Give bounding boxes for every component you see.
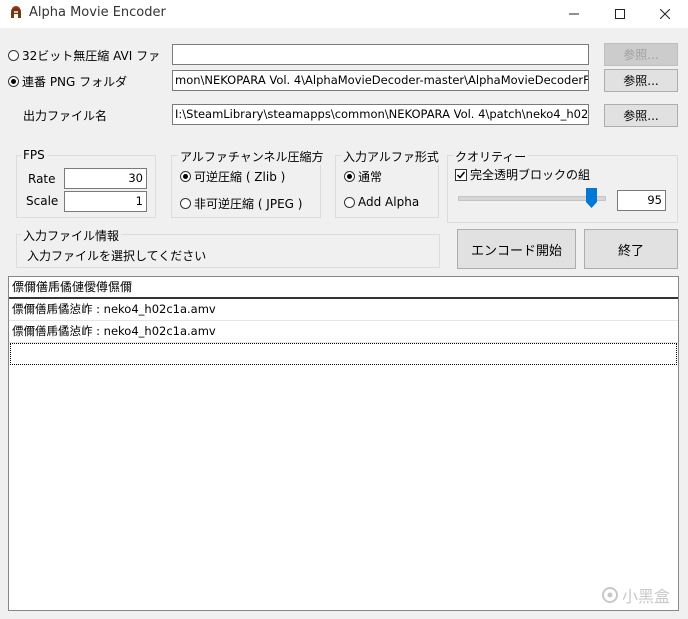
list-item[interactable]: 僄儞僐乕僪惉岞 : neko4_h02c1a.amv: [9, 321, 678, 343]
list-item[interactable]: [10, 343, 677, 365]
alpha-compression-title: アルファチャンネル圧縮方: [178, 148, 324, 165]
slider-thumb[interactable]: [586, 188, 597, 208]
png-source-option[interactable]: 連番 PNG フォルダ: [8, 73, 127, 90]
minimize-icon[interactable]: [551, 0, 597, 28]
avi-path-input[interactable]: [172, 44, 589, 65]
add-alpha-option[interactable]: Add Alpha: [344, 195, 419, 209]
png-option-label: 連番 PNG フォルダ: [22, 75, 128, 89]
title-bar: Alpha Movie Encoder: [0, 0, 688, 28]
checkmark-icon: [456, 171, 466, 179]
avi-radio[interactable]: [8, 50, 19, 61]
fps-group-title: FPS: [21, 148, 47, 162]
add-alpha-label: Add Alpha: [358, 195, 420, 209]
lossless-radio[interactable]: [180, 171, 191, 182]
lossy-radio[interactable]: [180, 198, 191, 209]
close-icon[interactable]: [642, 0, 688, 28]
lossy-label: 非可逆圧縮 ( JPEG ): [194, 197, 303, 211]
quality-slider[interactable]: [458, 188, 606, 208]
encode-button[interactable]: エンコード開始: [457, 229, 576, 269]
png-radio[interactable]: [8, 76, 19, 87]
rate-input[interactable]: 30: [64, 168, 147, 189]
png-folder-input[interactable]: mon\NEKOPARA Vol. 4\AlphaMovieDecoder-ma…: [172, 70, 589, 91]
avi-option-label: 32ビット無圧縮 AVI ファ: [22, 49, 161, 63]
watermark-text: 小黑盒: [621, 587, 670, 606]
scale-label: Scale: [26, 194, 59, 208]
transparent-block-checkbox[interactable]: [455, 168, 467, 181]
transparent-block-label: 完全透明ブロックの組: [470, 168, 591, 182]
lossy-option[interactable]: 非可逆圧縮 ( JPEG ): [180, 195, 302, 212]
maximize-icon[interactable]: [597, 0, 643, 28]
slider-track: [458, 196, 606, 201]
add-alpha-radio[interactable]: [344, 196, 355, 208]
output-path-input[interactable]: I:\SteamLibrary\steamapps\common\NEKOPAR…: [172, 104, 589, 125]
log-list-header: 僄儞僐乕僪僆僾僔儑儞: [9, 277, 678, 299]
input-info-text: 入力ファイルを選択してください: [27, 249, 207, 263]
avi-source-option[interactable]: 32ビット無圧縮 AVI ファ: [8, 47, 160, 64]
input-info-title: 入力ファイル情報: [21, 227, 122, 244]
scale-input[interactable]: 1: [64, 191, 147, 212]
avi-browse-button[interactable]: 参照...: [604, 43, 678, 66]
window-title: Alpha Movie Encoder: [29, 5, 166, 20]
png-browse-button[interactable]: 参照...: [604, 69, 678, 92]
watermark: 小黑盒: [601, 583, 670, 607]
normal-alpha-radio[interactable]: [344, 171, 355, 182]
normal-alpha-label: 通常: [358, 170, 383, 184]
transparent-block-option[interactable]: 完全透明ブロックの組: [455, 166, 590, 183]
input-alpha-title: 入力アルファ形式: [341, 148, 441, 165]
rate-label: Rate: [28, 172, 56, 186]
quality-title: クオリティー: [453, 148, 529, 165]
quality-value-input[interactable]: 95: [617, 190, 666, 211]
output-browse-button[interactable]: 参照...: [604, 104, 678, 127]
lossless-label: 可逆圧縮 ( Zlib ): [194, 170, 286, 184]
log-list[interactable]: 僄儞僐乕僪僆僾僔儑儞 僄儞僐乕僪惉岞 : neko4_h02c1a.amv 僄儞…: [8, 276, 679, 611]
spartan-helmet-icon: [8, 5, 24, 21]
list-item[interactable]: 僄儞僐乕僪惉岞 : neko4_h02c1a.amv: [9, 299, 678, 321]
quit-button[interactable]: 終了: [584, 229, 678, 269]
watermark-logo-icon: [601, 587, 618, 603]
output-label: 出力ファイル名: [23, 109, 108, 123]
normal-alpha-option[interactable]: 通常: [344, 168, 382, 185]
lossless-option[interactable]: 可逆圧縮 ( Zlib ): [180, 168, 285, 185]
